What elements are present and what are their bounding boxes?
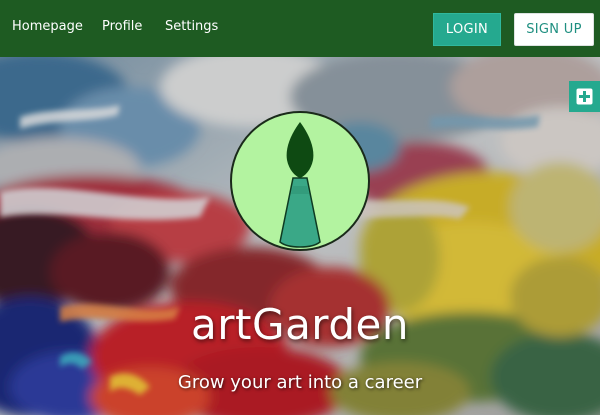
paintbrush-icon	[230, 111, 370, 251]
login-button[interactable]: LOGIN	[433, 13, 501, 46]
signup-button[interactable]: SIGN UP	[514, 13, 594, 46]
plus-square-icon	[576, 88, 593, 105]
nav-link-settings[interactable]: Settings	[165, 19, 218, 34]
side-add-button[interactable]	[569, 81, 600, 112]
nav-link-profile[interactable]: Profile	[102, 19, 142, 34]
top-navbar: Homepage Profile Settings LOGIN SIGN UP	[0, 0, 600, 57]
artgarden-logo	[229, 110, 371, 252]
brand-title: artGarden	[191, 300, 409, 349]
hero-tagline: Grow your art into a career	[177, 372, 423, 393]
nav-link-homepage[interactable]: Homepage	[12, 19, 83, 34]
